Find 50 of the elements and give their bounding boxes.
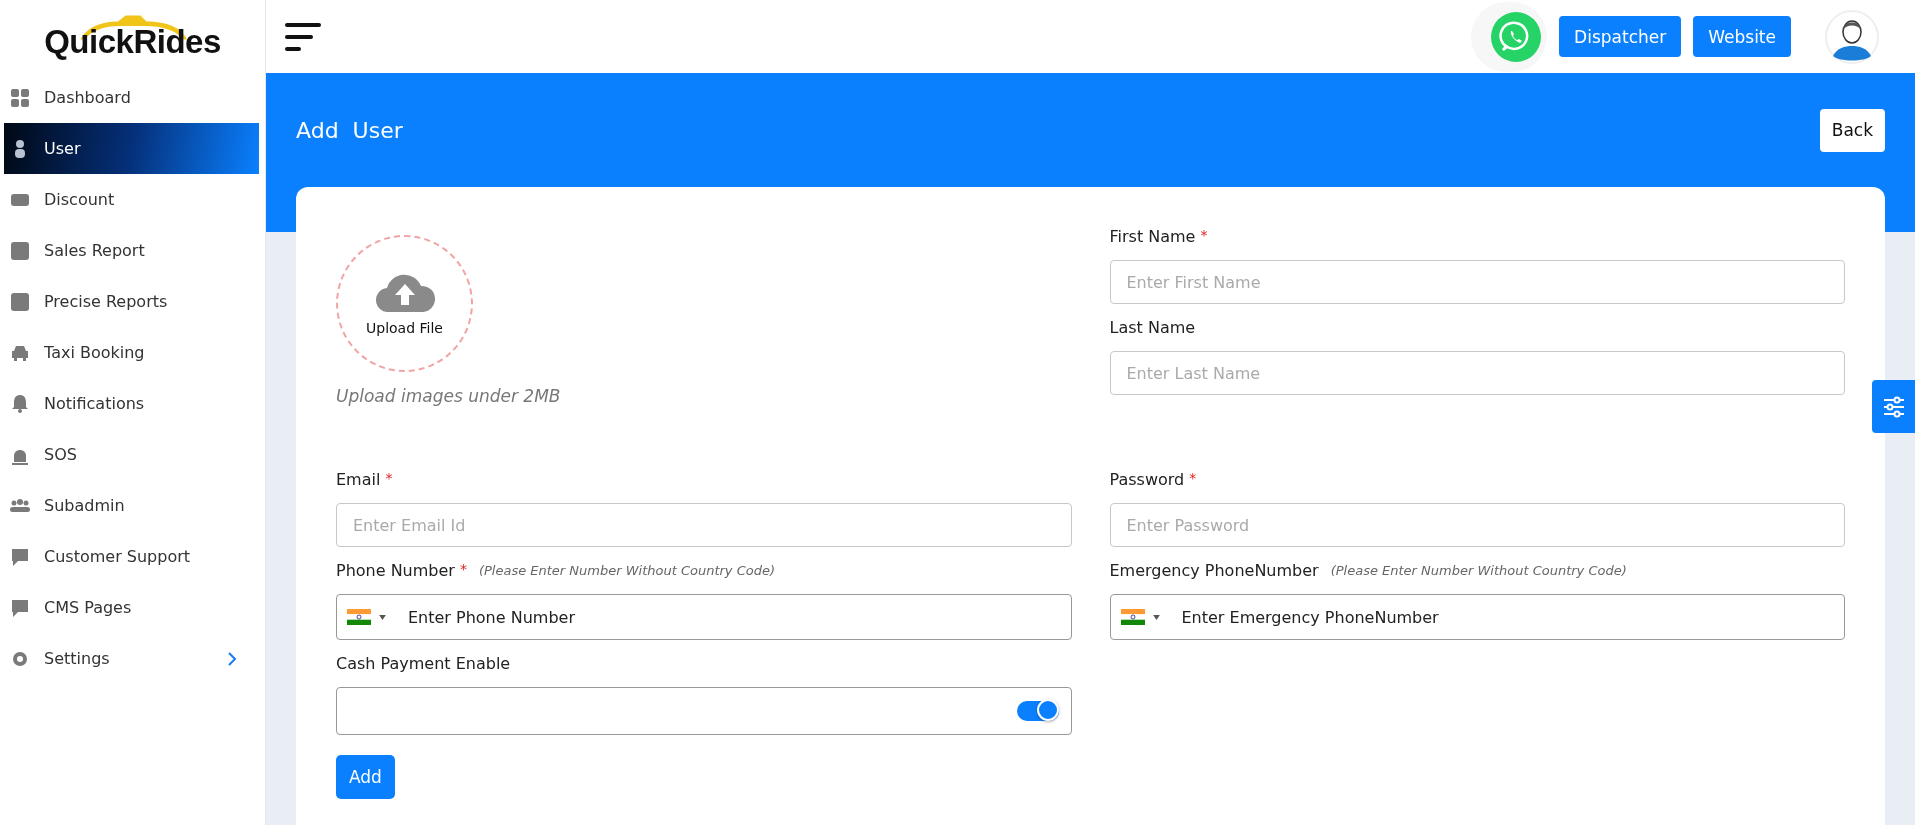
field-label: Emergency PhoneNumber: [1109, 561, 1319, 580]
required-mark: *: [385, 470, 393, 486]
avatar-icon[interactable]: [1825, 9, 1879, 64]
logo: QuickRides: [0, 0, 265, 72]
back-button[interactable]: Back: [1819, 108, 1885, 152]
toggle-switch[interactable]: [1016, 701, 1059, 721]
sidebar-item[interactable]: CMS Pages: [4, 582, 259, 633]
bell-icon: [10, 393, 30, 414]
field-label: Cash Payment Enable: [336, 654, 511, 673]
sidebar-item[interactable]: Notifications: [4, 378, 259, 429]
sidebar-item[interactable]: SOS: [4, 429, 259, 480]
caret-icon: [1152, 614, 1160, 620]
caret-icon: [379, 614, 386, 620]
sidebar-item[interactable]: Dashboard: [4, 72, 259, 123]
field-label: Last Name: [1109, 318, 1196, 337]
required-mark: *: [1200, 227, 1208, 243]
field-label: Email: [336, 470, 381, 489]
required-mark: *: [459, 561, 467, 577]
sliders-icon: [1881, 394, 1906, 419]
upload-dropzone[interactable]: Upload File: [336, 235, 473, 372]
field-note: (Please Enter Number Without Country Code): [1330, 563, 1627, 578]
required-mark: *: [1189, 470, 1197, 486]
header-button[interactable]: Dispatcher: [1559, 16, 1682, 57]
phone-field[interactable]: Enter Phone Number: [336, 594, 1072, 640]
sidebar-item[interactable]: Discount: [4, 174, 259, 225]
flag-icon: [1120, 609, 1145, 625]
text-input[interactable]: Enter Password: [1109, 503, 1845, 547]
flag-icon: [347, 609, 371, 625]
text-input[interactable]: Enter First Name: [1109, 260, 1845, 304]
field-note: (Please Enter Number Without Country Code): [478, 563, 776, 578]
text-input[interactable]: Enter Last Name: [1109, 351, 1845, 395]
sidebar-item[interactable]: Sales Report: [4, 225, 259, 276]
field-label: Phone Number: [336, 561, 455, 580]
dashboard-icon: [10, 87, 30, 108]
header-button[interactable]: Website: [1693, 16, 1791, 57]
text-input[interactable]: Enter Email Id: [336, 503, 1072, 547]
settings-tab[interactable]: [1872, 380, 1915, 433]
field-label: First Name: [1109, 227, 1196, 246]
add-button[interactable]: Add: [336, 755, 395, 799]
field-label: Password: [1109, 470, 1185, 489]
sidebar-item[interactable]: Precise Reports: [4, 276, 259, 327]
sidebar-item[interactable]: User: [4, 123, 259, 174]
chevron-right-icon: [227, 650, 237, 667]
sidebar-item[interactable]: Customer Support: [4, 531, 259, 582]
sidebar-item[interactable]: Settings: [4, 633, 259, 684]
sidebar-item[interactable]: Taxi Booking: [4, 327, 259, 378]
phone-field[interactable]: Enter Emergency PhoneNumber: [1109, 594, 1845, 640]
sidebar-item[interactable]: Subadmin: [4, 480, 259, 531]
page-title: Add User: [296, 117, 403, 143]
upload-hint: Upload images under 2MB: [336, 386, 562, 406]
